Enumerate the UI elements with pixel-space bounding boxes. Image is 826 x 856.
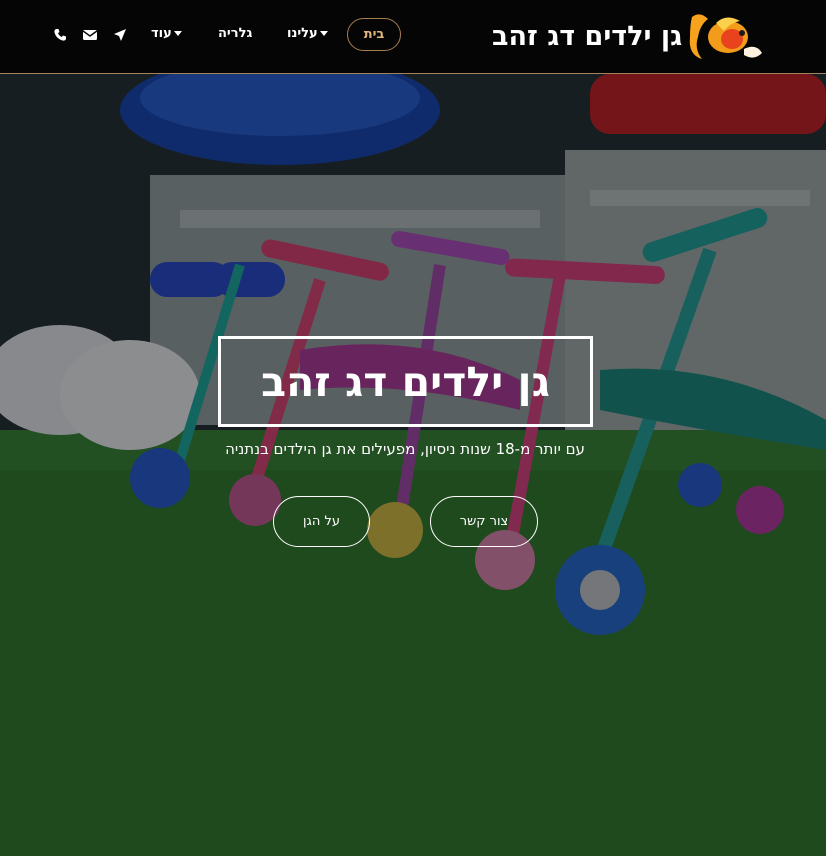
hero-subtitle: עם יותר מ-18 שנות ניסיון, מפעילים את גן … <box>225 440 585 458</box>
hero-title: גן ילדים דג זהב <box>261 357 550 406</box>
about-kindergarten-button[interactable]: על הגן <box>273 496 370 547</box>
brand-logo-link[interactable]: גן ילדים דג זהב <box>492 8 768 64</box>
hero-overlay <box>0 0 826 856</box>
brand-name: גן ילדים דג זהב <box>492 20 683 52</box>
nav-more-label: עוד <box>151 26 172 41</box>
nav-about-dropdown[interactable]: עלינו <box>287 26 328 41</box>
hero-section <box>0 0 826 856</box>
nav-gallery-link[interactable]: גלריה <box>218 26 252 41</box>
hero-title-box: גן ילדים דג זהב <box>218 336 593 427</box>
location-arrow-icon[interactable] <box>113 28 127 42</box>
nav-home-button[interactable]: בית <box>347 18 401 51</box>
nav-about-label: עלינו <box>287 26 318 41</box>
envelope-icon[interactable] <box>83 28 97 42</box>
goldfish-logo-icon <box>689 14 763 59</box>
chevron-down-icon <box>173 31 182 36</box>
phone-icon[interactable] <box>53 28 67 42</box>
top-navbar: גן ילדים דג זהב בית עלינו גלריה עוד <box>0 0 826 74</box>
chevron-down-icon <box>319 31 328 36</box>
contact-button[interactable]: צור קשר <box>430 496 538 547</box>
nav-more-dropdown[interactable]: עוד <box>151 26 182 41</box>
